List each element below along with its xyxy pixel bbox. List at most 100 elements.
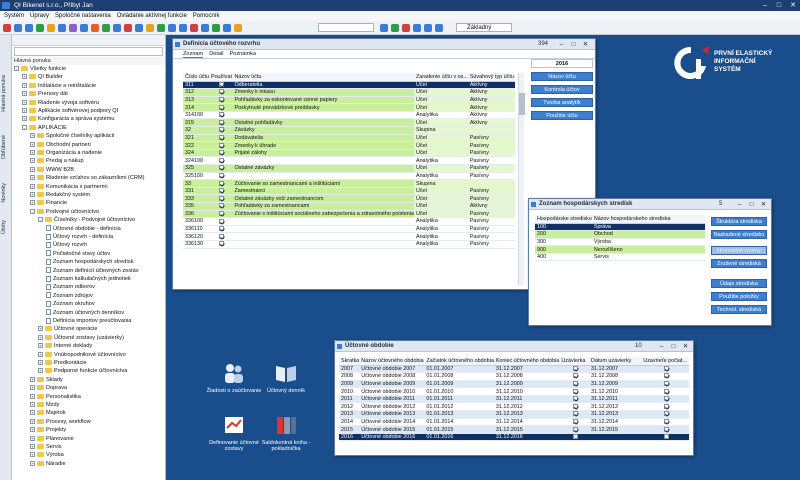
nav-tree-item[interactable]: Zoznam zdrojov: [46, 292, 93, 300]
table-row[interactable]: 900 Nerozlíšeno: [535, 245, 705, 254]
nav-tree-item[interactable]: + Účtovné operácie: [38, 325, 98, 333]
tab-list[interactable]: Zoznam: [183, 50, 204, 58]
table-row[interactable]: 314 Poskytnuté prevádzkové preddavky Účet A…: [183, 103, 515, 112]
nav-tree-item[interactable]: Zoznam okruhov: [46, 300, 95, 308]
minimize-icon[interactable]: –: [758, 0, 772, 11]
expand-icon[interactable]: +: [30, 444, 35, 450]
table-row[interactable]: 2016 Účtovné obdobie 2016 01.01.2016 31.12.…: [339, 433, 689, 442]
expand-icon[interactable]: +: [30, 175, 35, 181]
table-row[interactable]: 335 Pohľadávky za zamestnancami Účet Aktívn…: [183, 202, 515, 211]
checkbox[interactable]: [572, 396, 578, 402]
checkbox[interactable]: [219, 233, 225, 239]
toolbar-icon[interactable]: [402, 24, 410, 32]
close-icon[interactable]: ✕: [681, 341, 690, 352]
toolbar-icon[interactable]: [424, 24, 432, 32]
toolbar-icon[interactable]: [14, 24, 22, 32]
toolbar-icon[interactable]: [380, 24, 388, 32]
desktop-icon-journal[interactable]: Účtovný denník: [258, 362, 314, 394]
nav-tree-item[interactable]: + Predaj a nákup: [30, 157, 84, 165]
close-icon[interactable]: ✕: [786, 0, 800, 11]
expand-icon[interactable]: +: [30, 427, 35, 433]
minimize-icon[interactable]: –: [657, 341, 666, 352]
column-header[interactable]: Názov účtovného obdobia: [359, 357, 425, 366]
menu-active-function[interactable]: Ovládanie aktívnej funkcie: [117, 11, 187, 21]
tab-note[interactable]: Poznámka: [230, 50, 256, 58]
nav-tree-item[interactable]: + Podporné funkcie účtovníctva: [38, 367, 127, 375]
table-row[interactable]: 314100 Analytika Aktívny: [183, 111, 515, 120]
nav-tree-item[interactable]: + Sklady: [30, 376, 63, 384]
checkbox[interactable]: [663, 419, 669, 425]
nav-tree-item[interactable]: + Projekty: [30, 426, 66, 434]
expand-icon[interactable]: +: [38, 360, 43, 366]
table-row[interactable]: 336110 Analytika Pasívny: [183, 225, 515, 234]
cancelled-centres-button[interactable]: Zrušené strediská: [711, 259, 767, 268]
toolbar-icon[interactable]: [391, 24, 399, 32]
toolbar-icon[interactable]: [25, 24, 33, 32]
checkbox[interactable]: [219, 112, 225, 118]
nav-tree-item[interactable]: Zoznam definícií účtovných zostáv: [46, 267, 139, 275]
checkbox[interactable]: [219, 210, 225, 216]
nav-tree-item[interactable]: + Organizácia a riadenie: [30, 149, 102, 157]
toolbar-icon[interactable]: [69, 24, 77, 32]
checkbox[interactable]: [663, 365, 669, 371]
checkbox[interactable]: [219, 188, 225, 194]
table-row[interactable]: 300 Výroba: [535, 238, 705, 247]
toolbar-icon[interactable]: [135, 24, 143, 32]
checkbox[interactable]: [572, 365, 578, 371]
checkbox[interactable]: [219, 203, 225, 209]
toolbar-icon[interactable]: [157, 24, 165, 32]
checkbox[interactable]: [219, 142, 225, 148]
table-row[interactable]: 400 Servis: [535, 253, 705, 262]
table-row[interactable]: 2011 Účtovné obdobie 2011 01.01.2011 31.12.…: [339, 395, 689, 404]
checkbox[interactable]: [219, 173, 225, 178]
nav-tree-item[interactable]: + WWW B2B: [30, 166, 74, 174]
expand-icon[interactable]: +: [30, 410, 35, 416]
close-icon[interactable]: ✕: [581, 39, 590, 50]
centre-structure-button[interactable]: Štruktúra strediska: [711, 217, 767, 226]
toolbar-icon[interactable]: [413, 24, 421, 32]
nav-tree-item[interactable]: + Obchodní partneri: [30, 141, 91, 149]
minimize-icon[interactable]: –: [557, 39, 566, 50]
table-row[interactable]: 2013 Účtovné obdobie 2013 01.01.2013 31.12.…: [339, 410, 689, 419]
checkbox[interactable]: [219, 104, 225, 110]
table-row[interactable]: 311 Odberatelia Účet Aktívny: [183, 81, 515, 90]
toolbar-icon[interactable]: [435, 24, 443, 32]
expand-icon[interactable]: +: [30, 192, 35, 198]
toolbar-icon[interactable]: [80, 24, 88, 32]
navigation-search-input[interactable]: [14, 47, 163, 56]
nav-tree-item[interactable]: - APLIKÁCIE: [22, 124, 67, 132]
nav-tree-item[interactable]: Zoznam odborov: [46, 283, 95, 291]
nav-tree-item[interactable]: + Riadenie vzťahov so zákazníkmi (CRM): [30, 174, 144, 182]
checkbox[interactable]: [663, 411, 669, 417]
menu-shared-settings[interactable]: Spoločné nastavenia: [55, 11, 111, 21]
expand-icon[interactable]: +: [22, 74, 27, 80]
tab-main-menu[interactable]: Hlavná ponuka: [1, 75, 7, 112]
column-header[interactable]: Uzavrieťe počiat...: [641, 357, 689, 366]
nav-tree-item[interactable]: + Účtovné zostavy (uzávierky): [38, 334, 124, 342]
table-row[interactable]: 2010 Účtovné obdobie 2010 01.01.2010 31.12.…: [339, 387, 689, 396]
maximize-icon[interactable]: □: [569, 39, 578, 50]
column-header[interactable]: Používať: [208, 73, 233, 82]
minimize-icon[interactable]: –: [735, 199, 744, 210]
expand-icon[interactable]: +: [30, 385, 35, 391]
table-row[interactable]: 325 Ostatné záväzky Účet Pasívny: [183, 164, 515, 173]
column-header[interactable]: Daňový: [513, 73, 515, 82]
desktop-icon-balance-book[interactable]: Saldokontná kniha - pokladnička: [258, 414, 314, 452]
expand-icon[interactable]: +: [30, 183, 35, 189]
expand-icon[interactable]: +: [30, 376, 35, 382]
menu-system[interactable]: Systém: [4, 11, 24, 21]
toolbar-icon[interactable]: [47, 24, 55, 32]
expand-icon[interactable]: +: [30, 402, 35, 408]
account-name-button[interactable]: Názov účtu: [531, 72, 593, 81]
nav-tree-item[interactable]: + Mzdy: [30, 401, 59, 409]
table-row[interactable]: 336 Zúčtovanie s inštitúciami sociálneho …: [183, 210, 515, 219]
expand-icon[interactable]: +: [30, 435, 35, 441]
checkbox[interactable]: [219, 180, 225, 186]
column-header[interactable]: Názov hospodárskeho strediska: [591, 215, 705, 224]
toolbar-icon[interactable]: [234, 24, 242, 32]
table-row[interactable]: 32 Záväzky Skupina: [183, 126, 515, 135]
toolbar-combo-layout[interactable]: Základný: [456, 23, 512, 32]
expand-icon[interactable]: +: [22, 82, 27, 88]
nav-tree-item[interactable]: + Servis: [30, 443, 62, 451]
toolbar-icon[interactable]: [201, 24, 209, 32]
